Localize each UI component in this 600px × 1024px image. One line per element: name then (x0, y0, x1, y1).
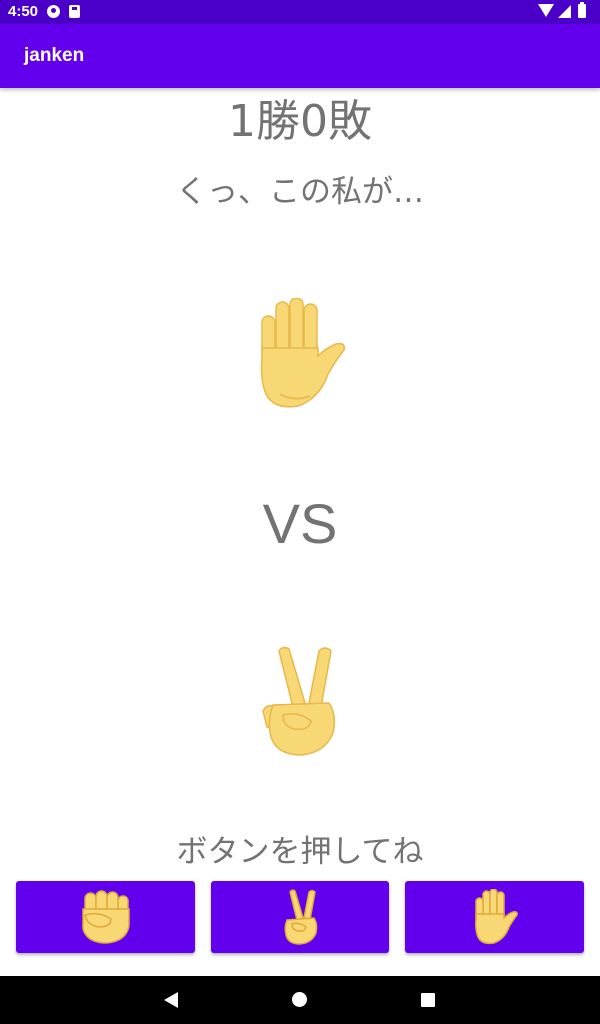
recents-icon[interactable] (421, 993, 435, 1007)
janken-screen: 4:50 janken 1勝0敗 くっ、この私が… VS ボタンを押してね (0, 0, 600, 1024)
raised-hand-icon (474, 889, 518, 945)
app-bar: janken (0, 24, 600, 88)
paper-button[interactable] (405, 881, 584, 953)
score-text: 1勝0敗 (228, 96, 372, 147)
battery-icon (578, 2, 586, 18)
paper-hand-icon (260, 298, 346, 408)
prompt-text: ボタンを押してね (176, 834, 424, 870)
victory-hand-icon (262, 646, 336, 756)
status-time: 4:50 (8, 3, 39, 20)
raised-fist-icon (81, 890, 130, 944)
navigation-bar (0, 976, 600, 1024)
sd-card-icon (69, 5, 80, 18)
result-message: くっ、この私が… (176, 174, 424, 210)
vs-label: VS (262, 492, 338, 555)
rock-button[interactable] (16, 881, 195, 953)
wifi-icon (538, 4, 554, 17)
home-icon[interactable] (292, 992, 307, 1007)
notification-icon (47, 5, 60, 18)
signal-icon (558, 5, 571, 18)
status-bar: 4:50 (0, 0, 600, 24)
back-icon[interactable] (164, 992, 178, 1008)
victory-hand-icon (284, 889, 318, 945)
status-icons (538, 2, 592, 20)
app-title: janken (24, 45, 85, 66)
scissors-button[interactable] (211, 881, 389, 953)
